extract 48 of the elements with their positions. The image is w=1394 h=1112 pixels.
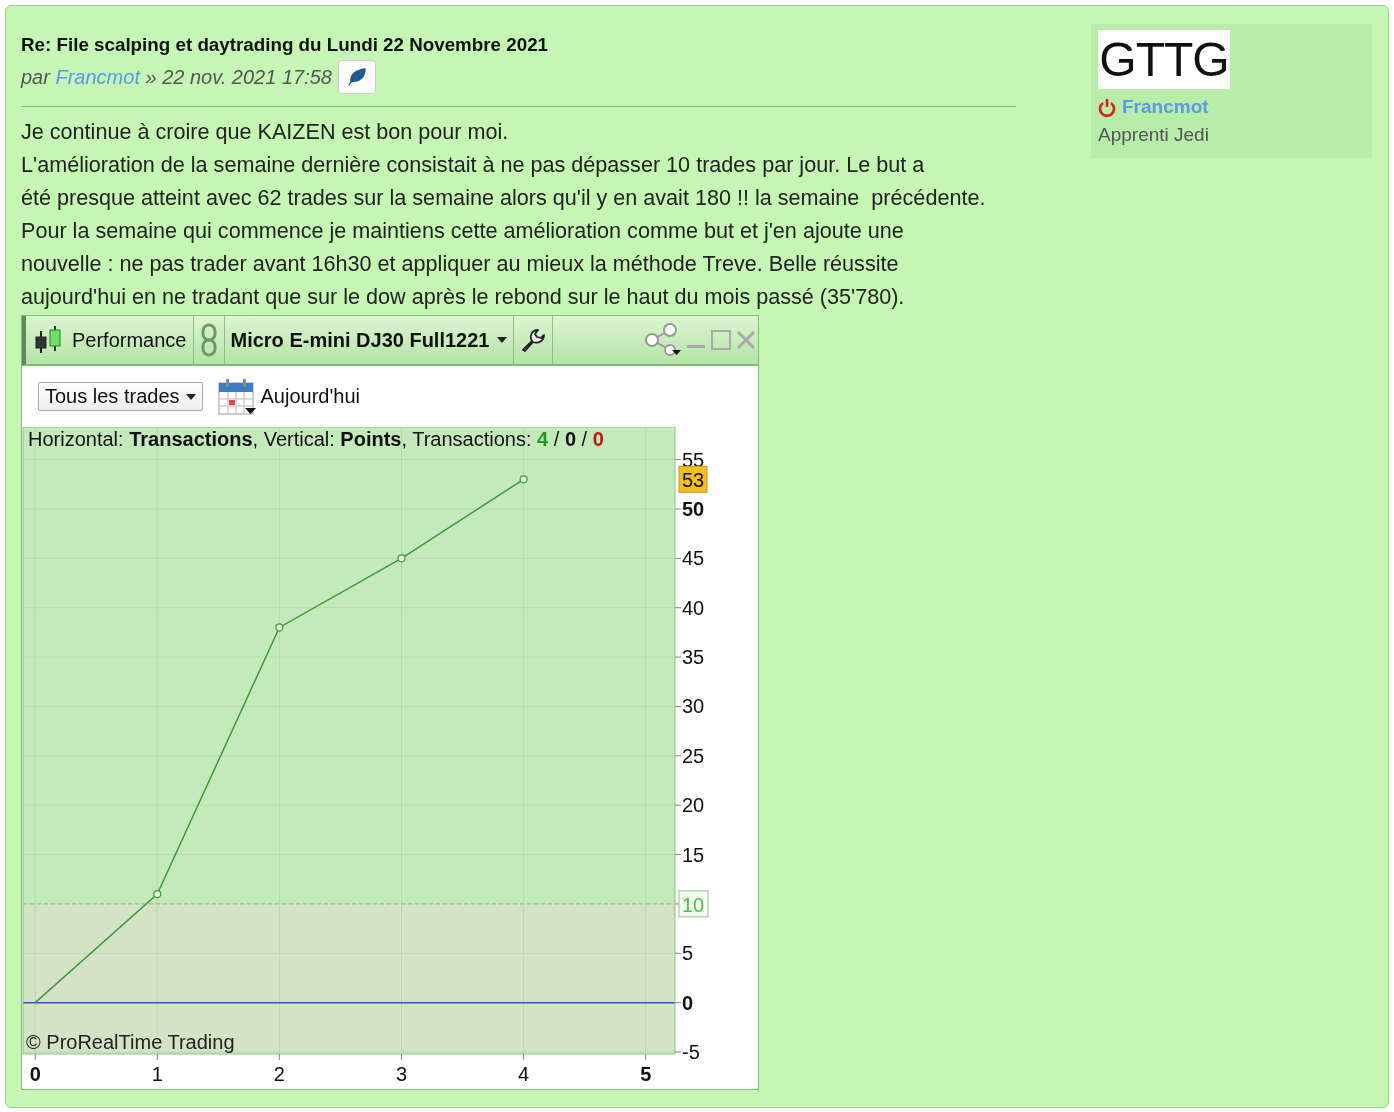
leaf-icon (346, 68, 367, 86)
x-axis-label: 4 (518, 1063, 530, 1085)
period-label[interactable]: Aujourd'hui (260, 385, 360, 408)
instrument-selector[interactable]: Micro E-mini DJ30 Full1221 (224, 316, 515, 364)
y-axis-label: 5 (682, 942, 694, 965)
data-point (275, 623, 284, 632)
user-rank: Apprenti Jedi (1098, 124, 1210, 146)
post-text-line: été presque atteint avec 62 trades sur la semaine alors qu'il y en avait 180 !! la semaine précédente. (21, 184, 987, 212)
chain-link-icon[interactable] (199, 323, 218, 357)
y-axis-label: 50 (682, 497, 705, 520)
trades-dropdown[interactable]: Tous les trades (38, 382, 203, 411)
post-byline: par Francmot » 22 nov. 2021 17:58 (21, 65, 332, 89)
y-axis-label: 20 (682, 794, 705, 817)
x-axis-label: 3 (395, 1063, 408, 1085)
maximize-icon[interactable] (710, 329, 732, 351)
data-point (519, 475, 528, 484)
avatar-logo: GTTG (1098, 30, 1230, 89)
y-axis-label: 0 (682, 991, 694, 1014)
caret-icon (185, 393, 196, 400)
copyright-text: © ProRealTime Trading (26, 1031, 235, 1054)
post-text-line: aujourd'hui en ne tradant que sur le dow après le rebond sur le haut du mois passé (35'780). (21, 283, 906, 311)
post-text-line: nouvelle : ne pas trader avant 16h30 et appliquer au mieux la méthode Treve. Belle réussite (21, 250, 900, 278)
y-axis-label: 40 (682, 596, 705, 619)
y-axis-label: -5 (682, 1041, 700, 1064)
data-point (397, 554, 406, 563)
close-icon[interactable] (736, 330, 756, 350)
x-axis-label: 0 (29, 1063, 41, 1085)
y-axis-label: 15 (682, 843, 705, 866)
quote-button[interactable] (337, 60, 376, 94)
post-text-line: Je continue à croire que KAIZEN est bon pour moi. (21, 118, 510, 146)
post-title: Re: File scalping et daytrading du Lundi 22 Novembre 2021 (21, 34, 550, 56)
y-axis-label: 35 (682, 646, 705, 669)
share-icon[interactable] (644, 323, 682, 357)
y-axis-label: 25 (682, 744, 705, 767)
x-axis-label: 5 (640, 1063, 652, 1085)
panel-title[interactable]: Performance (72, 328, 187, 352)
caret-icon (497, 337, 508, 343)
x-axis-label: 2 (273, 1063, 285, 1085)
calendar-icon[interactable] (216, 377, 257, 416)
y-axis-label: 30 (682, 695, 705, 718)
chart-info: Horizontal: Transactions, Vertical: Points, Transactions: 4 / 0 / 0 (28, 428, 604, 451)
y-axis-label: 45 (682, 547, 705, 570)
post-text-line: L'amélioration de la semaine dernière consistait à ne pas dépasser 10 trades par jour. Le but a (21, 151, 926, 179)
x-axis-label: 1 (151, 1063, 163, 1085)
wrench-icon[interactable] (520, 327, 547, 353)
post-text-line: Pour la semaine qui commence je maintiens cette amélioration comme but et j'en ajoute une (21, 217, 905, 245)
last-value-badge: 53 (678, 465, 708, 493)
data-point (153, 889, 162, 899)
